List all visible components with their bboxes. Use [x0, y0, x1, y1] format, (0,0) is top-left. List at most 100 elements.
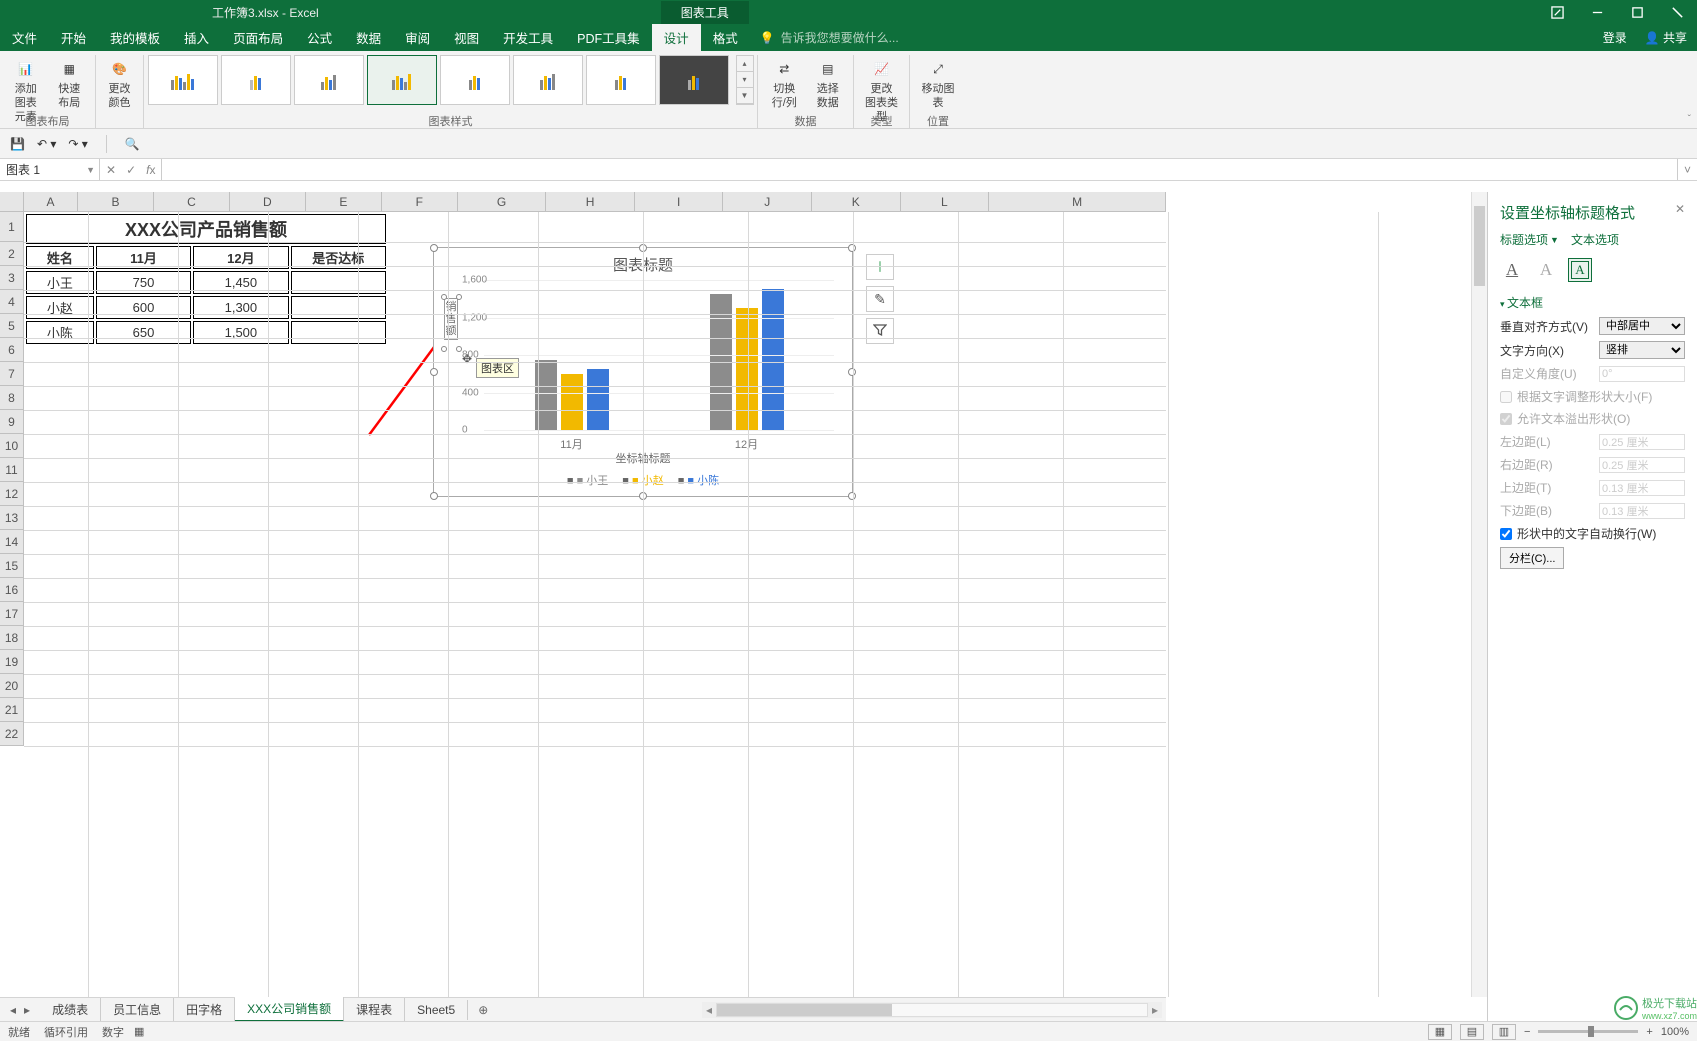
chart-bar[interactable]	[561, 374, 583, 430]
row-header[interactable]: 3	[0, 266, 23, 290]
row-header[interactable]: 11	[0, 458, 23, 482]
column-header[interactable]: K	[812, 192, 901, 211]
fx-icon[interactable]: fx	[146, 163, 155, 177]
name-box[interactable]: 图表 1▼	[0, 159, 100, 180]
chart-style-7[interactable]	[586, 55, 656, 105]
column-header[interactable]: E	[306, 192, 382, 211]
row-header[interactable]: 19	[0, 650, 23, 674]
resize-handle[interactable]	[848, 244, 856, 252]
column-header[interactable]: J	[723, 192, 812, 211]
row-header[interactable]: 13	[0, 506, 23, 530]
chart-filter-button[interactable]	[866, 318, 894, 344]
zoom-slider[interactable]	[1538, 1030, 1638, 1033]
pane-tab-title-options[interactable]: 标题选项 ▼	[1500, 231, 1559, 248]
row-header[interactable]: 12	[0, 482, 23, 506]
menu-home[interactable]: 开始	[49, 24, 98, 51]
column-header[interactable]: B	[78, 192, 154, 211]
resize-handle[interactable]	[430, 492, 438, 500]
scrollbar-thumb[interactable]	[717, 1004, 892, 1016]
column-header[interactable]: C	[154, 192, 230, 211]
chart-bar[interactable]	[736, 308, 758, 430]
row-header[interactable]: 4	[0, 290, 23, 314]
tell-me[interactable]: 💡告诉我您想要做什么...	[760, 29, 899, 46]
chart-bar[interactable]	[762, 289, 784, 430]
menu-design[interactable]: 设计	[652, 24, 701, 51]
menu-review[interactable]: 审阅	[393, 24, 442, 51]
menu-insert[interactable]: 插入	[172, 24, 221, 51]
row-header[interactable]: 17	[0, 602, 23, 626]
normal-view-button[interactable]: ▦	[1428, 1024, 1452, 1040]
menu-formulas[interactable]: 公式	[295, 24, 344, 51]
chart-style-5[interactable]	[440, 55, 510, 105]
row-header[interactable]: 2	[0, 242, 23, 266]
row-header[interactable]: 7	[0, 362, 23, 386]
vertical-scrollbar[interactable]	[1471, 192, 1487, 997]
row-header[interactable]: 21	[0, 698, 23, 722]
columns-button[interactable]: 分栏(C)...	[1500, 547, 1564, 569]
row-header[interactable]: 22	[0, 722, 23, 746]
section-textbox[interactable]: 文本框	[1500, 294, 1685, 311]
switch-row-column-button[interactable]: ⇄ 切换行/列	[764, 55, 805, 113]
sheet-tab[interactable]: 田字格	[174, 998, 235, 1021]
text-fill-icon[interactable]: A	[1500, 258, 1524, 282]
sheet-tab[interactable]: 课程表	[344, 998, 405, 1021]
save-icon[interactable]: 💾	[10, 137, 25, 151]
share-button[interactable]: 👤 共享	[1645, 29, 1687, 46]
resize-handle[interactable]	[848, 368, 856, 376]
page-break-view-button[interactable]: ▥	[1492, 1024, 1516, 1040]
column-header[interactable]: G	[458, 192, 547, 211]
textbox-icon[interactable]: A	[1568, 258, 1592, 282]
chart-style-6[interactable]	[513, 55, 583, 105]
macro-record-icon[interactable]: ▦	[134, 1025, 144, 1038]
zoom-level[interactable]: 100%	[1661, 1026, 1689, 1038]
login-link[interactable]: 登录	[1603, 29, 1627, 46]
redo-icon[interactable]: ↷ ▾	[68, 137, 87, 151]
change-colors-button[interactable]: 🎨 更改 颜色	[104, 55, 136, 113]
horizontal-scrollbar[interactable]: ◂ ▸	[702, 1002, 1162, 1018]
row-header[interactable]: 16	[0, 578, 23, 602]
minimize-button[interactable]	[1577, 0, 1617, 24]
row-header[interactable]: 20	[0, 674, 23, 698]
close-pane-icon[interactable]: ✕	[1675, 202, 1685, 216]
row-header[interactable]: 6	[0, 338, 23, 362]
chart-style-3[interactable]	[294, 55, 364, 105]
page-layout-view-button[interactable]: ▤	[1460, 1024, 1484, 1040]
column-header[interactable]: H	[546, 192, 635, 211]
sheet-tab[interactable]: 成绩表	[40, 998, 101, 1021]
gallery-scroll[interactable]: ▴▾▼	[736, 55, 754, 105]
resize-handle[interactable]	[430, 368, 438, 376]
sheet-tab[interactable]: 员工信息	[101, 998, 174, 1021]
textdir-select[interactable]: 竖排	[1599, 341, 1685, 359]
scrollbar-thumb[interactable]	[1474, 206, 1485, 286]
menu-view[interactable]: 视图	[442, 24, 491, 51]
pane-tab-text-options[interactable]: 文本选项	[1571, 231, 1619, 248]
chart-style-1[interactable]	[148, 55, 218, 105]
menu-templates[interactable]: 我的模板	[98, 24, 172, 51]
cancel-formula-icon[interactable]: ✕	[106, 163, 116, 177]
resize-handle[interactable]	[456, 294, 462, 300]
resize-handle[interactable]	[441, 346, 447, 352]
sheet-tab[interactable]: XXX公司销售额	[235, 997, 344, 1022]
row-header[interactable]: 18	[0, 626, 23, 650]
zoom-out-button[interactable]: −	[1524, 1026, 1530, 1038]
row-header[interactable]: 14	[0, 530, 23, 554]
column-header[interactable]: F	[382, 192, 458, 211]
chart-elements-button[interactable]: ＋	[866, 254, 894, 280]
column-header[interactable]: M	[989, 192, 1166, 211]
menu-file[interactable]: 文件	[0, 24, 49, 51]
column-header[interactable]: I	[635, 192, 724, 211]
maximize-button[interactable]	[1617, 0, 1657, 24]
menu-pdf[interactable]: PDF工具集	[565, 24, 652, 51]
valign-select[interactable]: 中部居中	[1599, 317, 1685, 335]
add-sheet-button[interactable]: ⊕	[468, 1003, 498, 1017]
undo-icon[interactable]: ↶ ▾	[37, 137, 56, 151]
resize-handle[interactable]	[441, 294, 447, 300]
menu-layout[interactable]: 页面布局	[221, 24, 295, 51]
row-header[interactable]: 15	[0, 554, 23, 578]
row-header[interactable]: 9	[0, 410, 23, 434]
menu-developer[interactable]: 开发工具	[491, 24, 565, 51]
row-header[interactable]: 10	[0, 434, 23, 458]
chart-style-2[interactable]	[221, 55, 291, 105]
table-title[interactable]: XXX公司产品销售额	[26, 214, 386, 244]
sheet-nav-prev[interactable]: ◂	[10, 1003, 16, 1017]
